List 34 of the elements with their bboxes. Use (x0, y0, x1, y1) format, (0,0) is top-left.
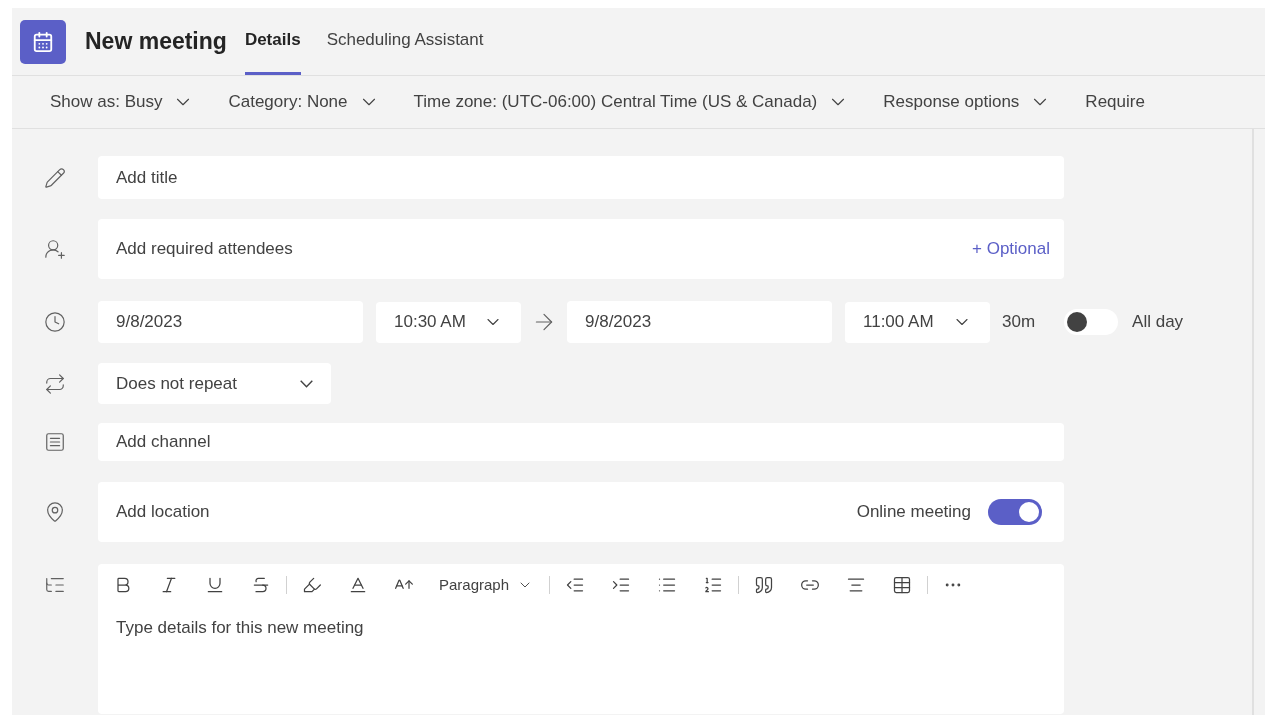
start-time-dropdown[interactable]: 10:30 AM (376, 301, 521, 343)
option-dropdown[interactable]: Response options (883, 89, 1052, 115)
tab[interactable]: Details (244, 8, 301, 75)
location-icon (44, 501, 66, 523)
channel-icon (44, 431, 66, 453)
online-meeting-toggle[interactable] (988, 499, 1042, 525)
paragraph-dropdown[interactable]: Paragraph (439, 573, 534, 597)
option-dropdown[interactable]: Time zone: (UTC-06:00) Central Time (US & Canada) (413, 89, 850, 115)
title-field[interactable]: Add title (98, 156, 1064, 199)
details-placeholder: Type details for this new meeting (116, 617, 365, 639)
clock-icon (44, 311, 66, 333)
option-dropdown[interactable]: Category: None (228, 89, 380, 115)
end-time-dropdown[interactable]: 11:00 AM (845, 301, 990, 343)
optional-link[interactable]: + Optional (972, 236, 1050, 262)
location-field[interactable]: Add location (116, 499, 210, 525)
all-day-toggle[interactable] (1064, 309, 1119, 335)
repeat-dropdown[interactable]: Does not repeat (98, 363, 331, 404)
add-person-icon (44, 238, 66, 260)
duration-text: 30m (1002, 311, 1036, 334)
option-dropdown[interactable]: Require (1085, 89, 1145, 115)
start-date-field[interactable]: 9/8/2023 (98, 301, 363, 343)
chevron-icon (300, 379, 313, 388)
tab[interactable]: Scheduling Assistant (326, 8, 484, 75)
window-title: New meeting (85, 27, 227, 57)
pencil-icon (44, 166, 66, 189)
channel-field[interactable]: Add channel (98, 423, 1064, 461)
details-editor[interactable]: Paragraph Type details for this new meeting (98, 564, 1064, 714)
attendees-field[interactable]: Add required attendees (116, 236, 293, 262)
repeat-icon (44, 372, 66, 395)
online-meeting-label: Online meeting (856, 501, 971, 524)
option-dropdown[interactable]: Show as: Busy (50, 89, 195, 115)
end-date-field[interactable]: 9/8/2023 (567, 301, 832, 343)
all-day-label: All day (1132, 311, 1184, 334)
calendar-app-icon (20, 19, 66, 64)
